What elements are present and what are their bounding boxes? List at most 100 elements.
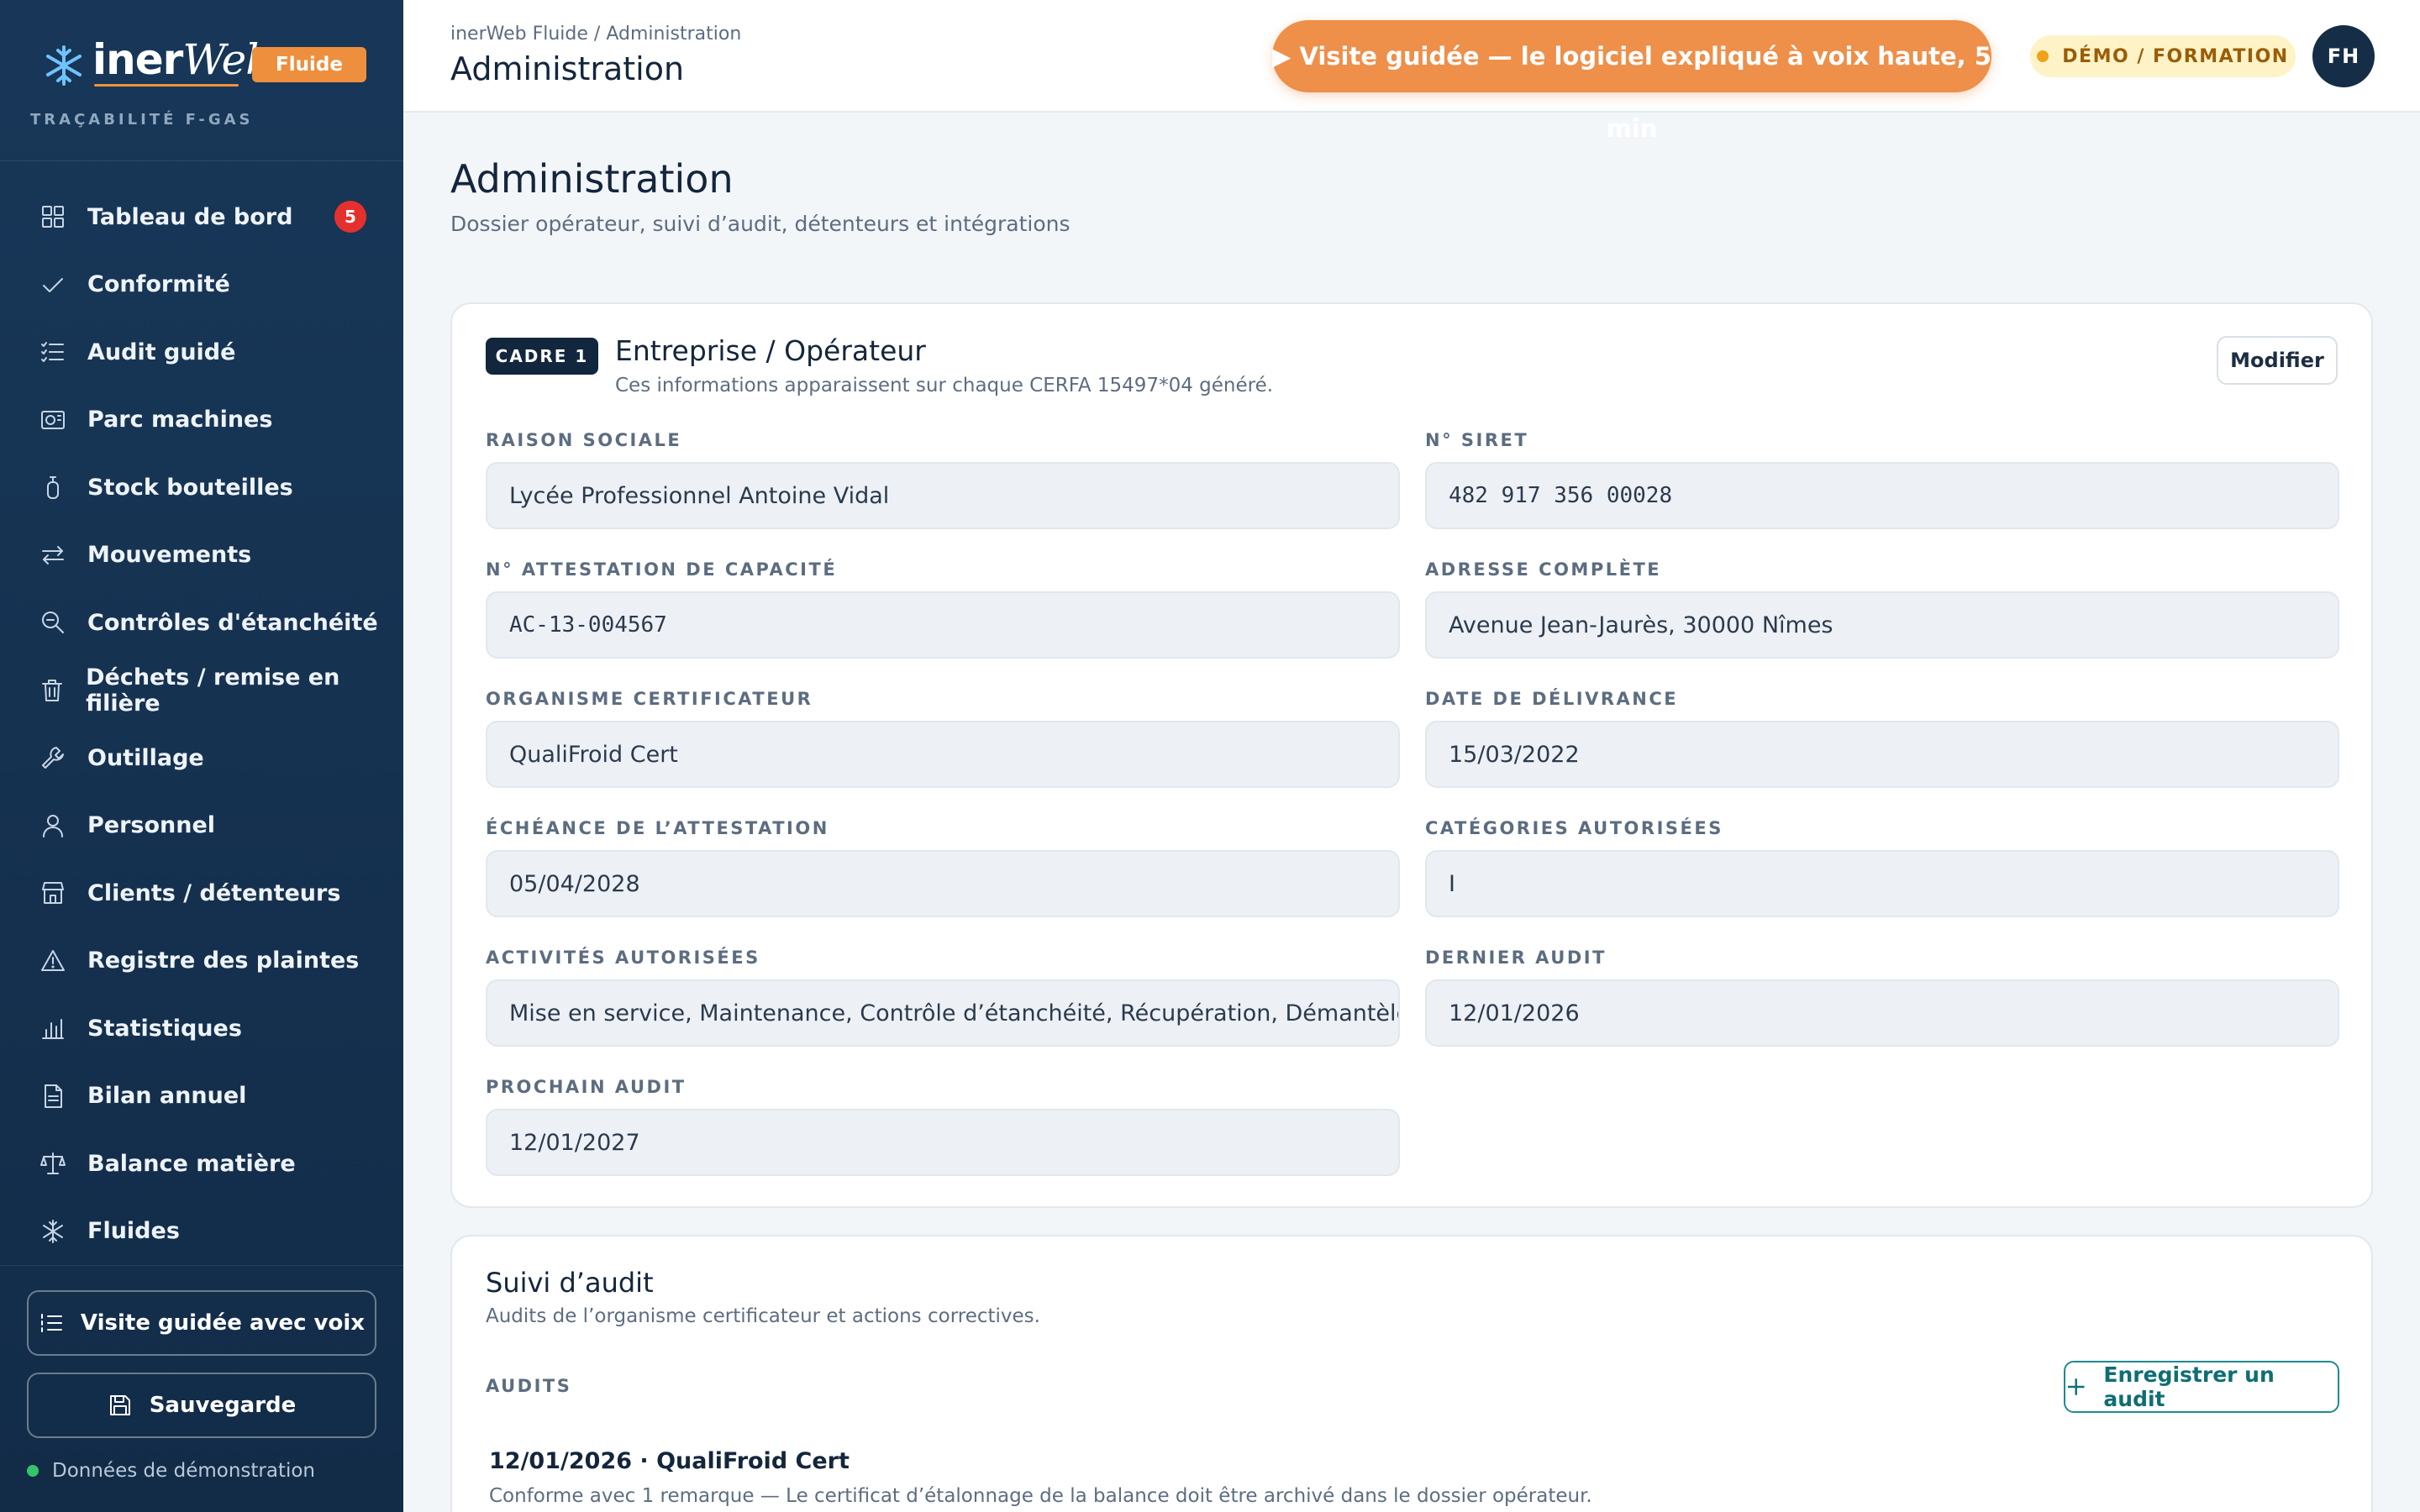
- sidebar-item-label: Tableau de bord: [87, 203, 293, 230]
- dernier-audit-field[interactable]: 12/01/2026: [1425, 979, 2339, 1047]
- scale-icon: [39, 1149, 67, 1178]
- demo-data-label: Données de démonstration: [52, 1460, 316, 1482]
- audit-entry-description: Conforme avec 1 remarque — Le certificat…: [489, 1485, 1592, 1507]
- backup-label: Sauvegarde: [149, 1393, 297, 1418]
- activites-field[interactable]: Mise en service, Maintenance, Contrôle d…: [486, 979, 1400, 1047]
- date-delivrance-label: DATE DE DÉLIVRANCE: [1425, 689, 1679, 709]
- sidebar-item-label: Bilan annuel: [87, 1083, 247, 1110]
- page-subtitle: Dossier opérateur, suivi d’audit, détent…: [450, 212, 1071, 236]
- guided-tour-button[interactable]: Visite guidée avec voix: [27, 1290, 376, 1356]
- snowflake-logo-icon: [46, 45, 82, 86]
- sidebar-item-audit-guide[interactable]: Audit guidé: [0, 318, 403, 386]
- sidebar-item-outillage[interactable]: Outillage: [0, 724, 403, 792]
- card-title: Suivi d’audit: [486, 1267, 654, 1299]
- wrench-icon: [39, 743, 67, 772]
- card-title: Entreprise / Opérateur: [615, 334, 926, 367]
- sidebar-nav: Tableau de bord 5 Conformité Audit guidé…: [0, 183, 403, 1265]
- checklist-icon: [39, 338, 67, 366]
- sidebar-item-label: Clients / détenteurs: [87, 879, 341, 906]
- sidebar-item-label: Statistiques: [87, 1015, 242, 1042]
- sidebar-item-parc-machines[interactable]: Parc machines: [0, 386, 403, 454]
- page-title: Administration: [450, 156, 734, 202]
- brand-tagline: TRAÇABILITÉ F-GAS: [30, 111, 254, 129]
- card-subtitle: Ces informations apparaissent sur chaque…: [615, 375, 1274, 396]
- checklist-icon: [40, 1314, 62, 1332]
- sidebar-item-balance-matiere[interactable]: Balance matière: [0, 1130, 403, 1198]
- sidebar-item-dechets[interactable]: Déchets / remise en filière: [0, 657, 403, 725]
- date-delivrance-field[interactable]: 15/03/2022: [1425, 721, 2339, 788]
- topbar-title: Administration: [450, 50, 685, 87]
- sidebar-item-fluides[interactable]: Fluides: [0, 1198, 403, 1266]
- bar-chart-icon: [39, 1014, 67, 1042]
- siret-field[interactable]: 482 917 356 00028: [1425, 462, 2339, 529]
- sidebar-item-bilan-annuel[interactable]: Bilan annuel: [0, 1063, 403, 1131]
- trash-icon: [39, 676, 66, 705]
- sidebar-divider: [0, 1265, 403, 1266]
- store-icon: [39, 879, 67, 907]
- echeance-field[interactable]: 05/04/2028: [486, 850, 1400, 917]
- save-icon: [109, 1395, 130, 1415]
- product-badge: Fluide: [252, 47, 366, 82]
- demo-mode-label: DÉMO / FORMATION: [2062, 45, 2289, 67]
- categories-field[interactable]: I: [1425, 850, 2339, 917]
- warning-icon: [39, 947, 67, 975]
- sidebar-item-stock-bouteilles[interactable]: Stock bouteilles: [0, 454, 403, 522]
- plus-icon: [2067, 1378, 2085, 1395]
- prochain-audit-field[interactable]: 12/01/2027: [486, 1109, 1400, 1176]
- audit-entry-title[interactable]: 12/01/2026 · QualiFroid Cert: [489, 1448, 850, 1474]
- attestation-field[interactable]: AC-13-004567: [486, 591, 1400, 659]
- audits-section-label: AUDITS: [486, 1376, 572, 1396]
- sidebar-item-label: Conformité: [87, 271, 230, 298]
- organisme-field[interactable]: QualiFroid Cert: [486, 721, 1400, 788]
- sidebar-item-controles-etancheite[interactable]: Contrôles d'étanchéité: [0, 589, 403, 657]
- sidebar-item-label: Stock bouteilles: [87, 474, 293, 501]
- sidebar-item-label: Audit guidé: [87, 339, 236, 365]
- adresse-field[interactable]: Avenue Jean-Jaurès, 30000 Nîmes: [1425, 591, 2339, 659]
- sidebar-item-clients[interactable]: Clients / détenteurs: [0, 859, 403, 927]
- magnifier-icon: [39, 608, 67, 637]
- prochain-audit-label: PROCHAIN AUDIT: [486, 1077, 687, 1097]
- sidebar-item-statistiques[interactable]: Statistiques: [0, 995, 403, 1063]
- audit-card: Suivi d’audit Audits de l’organisme cert…: [450, 1235, 2373, 1512]
- add-audit-label: Enregistrer un audit: [2103, 1362, 2275, 1411]
- edit-button[interactable]: Modifier: [2217, 336, 2338, 385]
- attestation-label: N° ATTESTATION DE CAPACITÉ: [486, 559, 838, 580]
- sidebar-item-label: Balance matière: [87, 1150, 296, 1177]
- sidebar-item-registre-plaintes[interactable]: Registre des plaintes: [0, 927, 403, 995]
- card-subtitle: Audits de l’organisme certificateur et a…: [486, 1305, 1040, 1327]
- sidebar-item-label: Fluides: [87, 1218, 180, 1245]
- sidebar-item-label: Personnel: [87, 812, 216, 839]
- bottle-icon: [39, 473, 67, 501]
- guided-tour-banner-button[interactable]: ▶ Visite guidée — le logiciel expliqué à…: [1272, 20, 1991, 143]
- demo-mode-badge: DÉMO / FORMATION: [2030, 35, 2296, 77]
- organisme-label: ORGANISME CERTIFICATEUR: [486, 689, 813, 709]
- avatar[interactable]: FH: [2312, 25, 2375, 87]
- status-dot: [2037, 50, 2049, 62]
- cadre-badge: CADRE 1: [486, 338, 598, 375]
- snowflake-icon: [39, 1217, 67, 1246]
- user-icon: [39, 811, 67, 840]
- adresse-label: ADRESSE COMPLÈTE: [1425, 559, 1662, 580]
- activites-label: ACTIVITÉS AUTORISÉES: [486, 948, 760, 968]
- check-icon: [39, 270, 67, 299]
- notification-badge: 5: [334, 201, 366, 234]
- raison-sociale-label: RAISON SOCIALE: [486, 430, 682, 450]
- guided-tour-label: Visite guidée avec voix: [80, 1310, 366, 1336]
- app-logo[interactable]: inerWeb: [92, 35, 272, 84]
- sidebar-item-conformite[interactable]: Conformité: [0, 251, 403, 319]
- add-audit-button[interactable]: Enregistrer un audit: [2064, 1361, 2339, 1413]
- sidebar-item-mouvements[interactable]: Mouvements: [0, 522, 403, 590]
- backup-button[interactable]: Sauvegarde: [27, 1373, 376, 1438]
- status-dot: [27, 1465, 39, 1477]
- arrows-icon: [39, 541, 67, 570]
- sidebar-item-tableau-de-bord[interactable]: Tableau de bord 5: [0, 183, 403, 251]
- categories-label: CATÉGORIES AUTORISÉES: [1425, 818, 1723, 838]
- sidebar: inerWeb Fluide TRAÇABILITÉ F-GAS Tableau…: [0, 0, 403, 1512]
- sidebar-item-label: Parc machines: [87, 407, 273, 433]
- raison-sociale-field[interactable]: Lycée Professionnel Antoine Vidal: [486, 462, 1400, 529]
- sidebar-item-personnel[interactable]: Personnel: [0, 792, 403, 860]
- operator-card: CADRE 1 Entreprise / Opérateur Ces infor…: [450, 302, 2373, 1208]
- dashboard-icon: [39, 202, 67, 231]
- sidebar-item-label: Contrôles d'étanchéité: [87, 609, 378, 636]
- sidebar-item-label: Déchets / remise en filière: [86, 664, 340, 717]
